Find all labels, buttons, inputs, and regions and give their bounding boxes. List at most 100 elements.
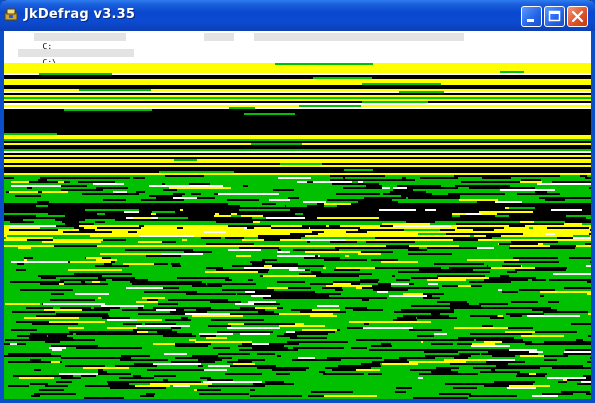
cluster-run <box>45 341 60 343</box>
cluster-row <box>4 69 591 71</box>
cluster-run <box>486 361 503 363</box>
cluster-run <box>335 289 343 291</box>
cluster-run <box>364 197 393 199</box>
cluster-run <box>423 293 444 295</box>
cluster-run <box>511 241 558 243</box>
cluster-row <box>4 65 591 67</box>
cluster-run <box>447 277 489 279</box>
cluster-row <box>4 149 591 151</box>
cluster-run <box>69 331 110 333</box>
cluster-run <box>333 281 378 283</box>
cluster-run <box>330 241 357 243</box>
cluster-run <box>138 333 185 335</box>
cluster-run <box>410 369 451 371</box>
cluster-run <box>95 265 129 267</box>
cluster-run <box>477 247 494 249</box>
cluster-run <box>531 175 553 177</box>
cluster-run <box>386 245 409 247</box>
cluster-run <box>251 143 302 145</box>
cluster-run <box>244 323 295 325</box>
cluster-run <box>581 225 591 227</box>
cluster-run <box>137 319 162 321</box>
cluster-run <box>400 275 413 277</box>
cluster-run <box>96 187 128 189</box>
cluster-run <box>381 343 391 345</box>
cluster-row <box>4 329 591 331</box>
cluster-run <box>98 277 135 279</box>
cluster-run <box>195 331 211 333</box>
cluster-row <box>4 135 591 137</box>
cluster-run <box>269 199 290 201</box>
cluster-run <box>115 365 157 367</box>
cluster-run <box>94 267 114 269</box>
cluster-run <box>499 243 538 245</box>
cluster-run <box>70 199 82 201</box>
cluster-run <box>447 263 478 265</box>
cluster-run <box>385 175 397 177</box>
cluster-run <box>453 387 477 389</box>
cluster-run <box>275 63 373 65</box>
cluster-run <box>520 221 534 223</box>
cluster-run <box>210 301 234 303</box>
cluster-run <box>52 259 66 261</box>
cluster-run <box>225 237 244 239</box>
cluster-run <box>544 341 591 343</box>
cluster-run <box>171 361 215 363</box>
cluster-run <box>564 287 591 289</box>
cluster-run <box>509 225 525 227</box>
maximize-button[interactable] <box>544 6 565 27</box>
cluster-run <box>354 245 370 247</box>
cluster-run <box>315 291 377 293</box>
cluster-row <box>4 85 591 87</box>
cluster-run <box>44 309 82 311</box>
cluster-run <box>9 225 56 227</box>
cluster-run <box>244 113 295 115</box>
cluster-run <box>38 211 60 213</box>
cluster-run <box>173 195 179 197</box>
minimize-button[interactable] <box>521 6 542 27</box>
cluster-run <box>310 315 337 317</box>
cluster-row <box>4 251 591 253</box>
cluster-run <box>494 381 535 383</box>
cluster-run <box>507 329 543 331</box>
cluster-run <box>101 305 144 307</box>
cluster-run <box>346 393 380 395</box>
cluster-run <box>155 291 181 293</box>
cluster-run <box>188 241 225 243</box>
cluster-run <box>412 237 452 239</box>
cluster-run <box>139 377 153 379</box>
cluster-run <box>381 261 408 263</box>
cluster-run <box>45 385 68 387</box>
cluster-row <box>4 155 591 157</box>
cluster-run <box>145 323 176 325</box>
cluster-run <box>425 215 452 217</box>
close-button[interactable] <box>567 6 588 27</box>
cluster-run <box>180 247 216 249</box>
cluster-run <box>473 367 522 369</box>
cluster-run <box>543 389 591 391</box>
cluster-run <box>40 177 102 179</box>
cluster-run <box>266 217 305 219</box>
cluster-run <box>5 303 40 305</box>
cluster-run <box>24 259 27 261</box>
cluster-run <box>127 181 155 183</box>
cluster-run <box>449 267 491 269</box>
cluster-run <box>521 335 564 337</box>
cluster-run <box>587 281 591 283</box>
cluster-run <box>586 393 591 395</box>
cluster-run <box>286 331 295 333</box>
cluster-run <box>34 347 48 349</box>
cluster-run <box>83 367 129 369</box>
cluster-run <box>40 227 74 229</box>
cluster-run <box>196 309 246 311</box>
cluster-run <box>125 249 146 251</box>
cluster-run <box>171 263 180 265</box>
cluster-row <box>4 239 591 241</box>
title-bar[interactable]: JkDefrag v3.35 <box>0 0 595 31</box>
cluster-row <box>4 133 591 135</box>
cluster-run <box>409 361 466 363</box>
cluster-run <box>450 303 464 305</box>
cluster-run <box>356 287 362 289</box>
cluster-run <box>277 355 281 357</box>
cluster-run <box>172 265 181 267</box>
